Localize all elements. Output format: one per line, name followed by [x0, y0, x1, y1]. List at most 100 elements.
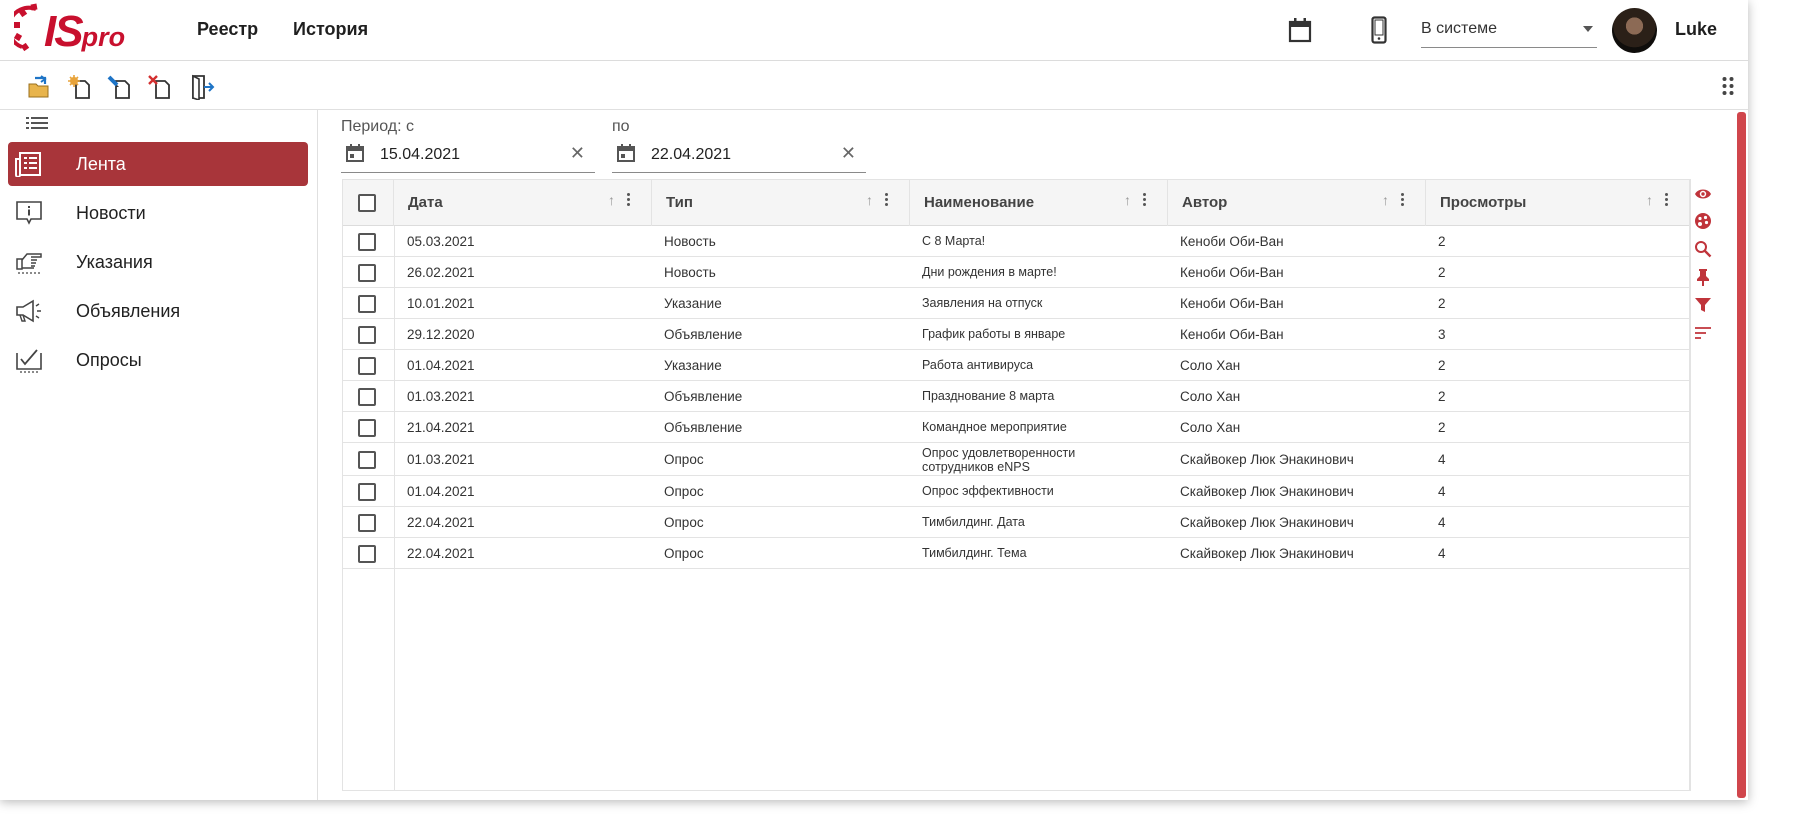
period-from-label: Период: с	[341, 118, 415, 135]
select-all-checkbox[interactable]	[358, 194, 376, 212]
sidebar-item-polls[interactable]: Опросы	[8, 338, 308, 382]
news-feed-table: Дата ↑ Тип ↑ Наименование ↑ Автор ↑ Прос…	[342, 179, 1690, 791]
column-label: Автор	[1182, 194, 1228, 211]
column-menu-icon[interactable]	[1143, 193, 1147, 209]
delete-document-icon[interactable]	[147, 74, 173, 100]
scrollbar[interactable]	[1737, 112, 1746, 798]
status-select[interactable]: В системе	[1421, 14, 1597, 48]
sidebar-item-label: Опросы	[76, 349, 142, 370]
table-row[interactable]: 01.03.2021 Опрос Опрос удовлетворенности с…	[343, 443, 1689, 476]
table-row[interactable]: 01.04.2021 Опрос Опрос эффективности Скайво…	[343, 476, 1689, 507]
row-checkbox[interactable]	[358, 483, 376, 501]
cell-author: Кеноби Оби-Ван	[1180, 296, 1284, 311]
row-checkbox[interactable]	[358, 295, 376, 313]
edit-document-icon[interactable]	[107, 74, 133, 100]
table-row[interactable]: 10.01.2021 Указание Заявления на отпуск Кен…	[343, 288, 1689, 319]
clear-icon[interactable]: ✕	[841, 143, 856, 164]
calendar-icon[interactable]	[616, 143, 636, 163]
pin-icon[interactable]	[1694, 268, 1712, 286]
table-row[interactable]: 22.04.2021 Опрос Тимбилдинг. Тема Скайвокер…	[343, 538, 1689, 569]
cell-name: График работы в январе	[922, 327, 1066, 341]
toolbar	[0, 62, 1748, 110]
column-menu-icon[interactable]	[1665, 193, 1669, 209]
cell-author: Скайвокер Люк Энакинович	[1180, 515, 1354, 530]
row-checkbox[interactable]	[358, 545, 376, 563]
exit-icon[interactable]	[190, 74, 216, 102]
sort-arrow-icon[interactable]: ↑	[1124, 192, 1131, 208]
sort-arrow-icon[interactable]: ↑	[866, 192, 873, 208]
date-to-value: 22.04.2021	[651, 146, 732, 163]
eye-icon[interactable]	[1694, 185, 1712, 203]
apps-grid-icon[interactable]	[1722, 76, 1734, 96]
row-checkbox[interactable]	[358, 357, 376, 375]
username[interactable]: Luke	[1675, 19, 1717, 40]
sort-arrow-icon[interactable]: ↑	[608, 192, 615, 208]
ispro-logo[interactable]: ISpro	[6, 3, 125, 57]
column-label: Дата	[408, 194, 443, 211]
select-all-column	[343, 180, 394, 226]
cell-date: 26.02.2021	[407, 265, 475, 280]
cell-views: 3	[1438, 327, 1446, 342]
sidebar-item-feed[interactable]: Лента	[8, 142, 308, 186]
cell-type: Опрос	[664, 515, 704, 530]
row-checkbox[interactable]	[358, 451, 376, 469]
row-checkbox[interactable]	[358, 419, 376, 437]
date-to-field[interactable]: 22.04.2021 ✕	[612, 137, 866, 173]
column-menu-icon[interactable]	[1401, 193, 1405, 209]
nav-history[interactable]: История	[293, 19, 368, 40]
new-document-icon[interactable]	[67, 74, 93, 100]
cell-name: Опрос удовлетворенности сотрудников eNPS	[922, 446, 1076, 474]
cell-date: 29.12.2020	[407, 327, 475, 342]
sidebar-item-label: Новости	[76, 202, 146, 223]
table-row[interactable]: 01.04.2021 Указание Работа антивируса Соло …	[343, 350, 1689, 381]
sort-lines-icon[interactable]	[1694, 324, 1712, 342]
table-row[interactable]: 21.04.2021 Объявление Командное мероприяти…	[343, 412, 1689, 443]
column-header-type[interactable]: Тип ↑	[652, 180, 910, 226]
period-to-label: по	[612, 118, 630, 135]
sort-arrow-icon[interactable]: ↑	[1646, 192, 1653, 208]
filter-icon[interactable]	[1694, 296, 1712, 314]
table-row[interactable]: 29.12.2020 Объявление График работы в янва…	[343, 319, 1689, 350]
cell-type: Указание	[664, 358, 722, 373]
sidebar-item-instructions[interactable]: Указания	[8, 240, 308, 284]
table-header: Дата ↑ Тип ↑ Наименование ↑ Автор ↑ Прос…	[343, 180, 1689, 226]
cell-date: 21.04.2021	[407, 420, 475, 435]
clear-icon[interactable]: ✕	[570, 143, 585, 164]
cell-author: Скайвокер Люк Энакинович	[1180, 546, 1354, 561]
row-checkbox[interactable]	[358, 264, 376, 282]
table-row[interactable]: 22.04.2021 Опрос Тимбилдинг. Дата Скайвокер…	[343, 507, 1689, 538]
column-header-author[interactable]: Автор ↑	[1168, 180, 1426, 226]
calendar-icon[interactable]	[345, 143, 365, 163]
row-checkbox[interactable]	[358, 388, 376, 406]
table-row[interactable]: 01.03.2021 Объявление Празднование 8 марта…	[343, 381, 1689, 412]
column-header-date[interactable]: Дата ↑	[394, 180, 652, 226]
table-row[interactable]: 26.02.2021 Новость Дни рождения в марте! Ке…	[343, 257, 1689, 288]
search-icon[interactable]	[1694, 240, 1712, 258]
table-row[interactable]: 05.03.2021 Новость С 8 Марта! Кеноби Оби-Ва…	[343, 226, 1689, 257]
sidebar-item-label: Объявления	[76, 300, 181, 321]
cell-date: 22.04.2021	[407, 515, 475, 530]
column-menu-icon[interactable]	[627, 193, 631, 209]
palette-icon[interactable]	[1694, 212, 1712, 230]
sort-arrow-icon[interactable]: ↑	[1382, 192, 1389, 208]
menu-list-icon[interactable]	[26, 116, 48, 130]
sidebar-item-news[interactable]: Новости	[8, 191, 308, 235]
row-checkbox[interactable]	[358, 326, 376, 344]
row-checkbox[interactable]	[358, 514, 376, 532]
row-checkbox[interactable]	[358, 233, 376, 251]
mobile-phone-icon[interactable]	[1364, 15, 1394, 45]
open-folder-icon[interactable]	[26, 74, 52, 100]
date-from-field[interactable]: 15.04.2021 ✕	[341, 137, 595, 173]
cell-name: Тимбилдинг. Тема	[922, 546, 1027, 560]
cell-date: 01.03.2021	[407, 389, 475, 404]
avatar[interactable]	[1612, 8, 1657, 53]
cell-type: Новость	[664, 234, 716, 249]
column-header-name[interactable]: Наименование ↑	[910, 180, 1168, 226]
column-menu-icon[interactable]	[885, 193, 889, 209]
nav-registry[interactable]: Реестр	[197, 19, 258, 40]
sidebar-item-announcements[interactable]: Объявления	[8, 289, 308, 333]
column-header-views[interactable]: Просмотры ↑	[1426, 180, 1689, 226]
cell-name: Дни рождения в марте!	[922, 265, 1057, 279]
cell-views: 2	[1438, 389, 1446, 404]
calendar-icon[interactable]	[1285, 15, 1315, 45]
